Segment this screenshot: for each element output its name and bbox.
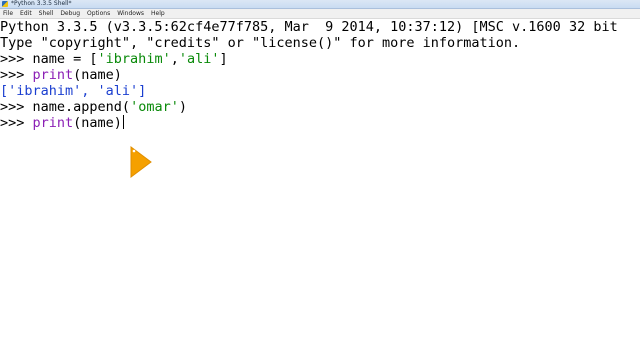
shell-input-line: >>> print(name) bbox=[0, 67, 122, 83]
keyword-print: print bbox=[32, 115, 74, 131]
prompt: >>> bbox=[0, 67, 33, 83]
code-text: name.append( bbox=[32, 99, 131, 115]
keyword-print: print bbox=[32, 67, 74, 83]
shell-text-area[interactable]: Python 3.3.5 (v3.3.5:62cf4e77f785, Mar 9… bbox=[0, 19, 640, 360]
code-text: name = [ bbox=[32, 51, 98, 67]
prompt: >>> bbox=[0, 115, 33, 131]
python-idle-icon bbox=[2, 1, 8, 7]
string-literal: 'omar' bbox=[130, 99, 179, 115]
shell-input-line: >>> name.append('omar') bbox=[0, 99, 187, 115]
string-literal: 'ibrahim' bbox=[97, 51, 171, 67]
text-cursor bbox=[122, 115, 124, 129]
banner-line-1: Python 3.3.5 (v3.3.5:62cf4e77f785, Mar 9… bbox=[0, 19, 618, 35]
banner-line-2: Type "copyright", "credits" or "license(… bbox=[0, 35, 521, 51]
shell-input-line: >>> name = ['ibrahim','ali'] bbox=[0, 51, 228, 67]
menu-file[interactable]: File bbox=[3, 9, 13, 19]
mouse-pointer-icon bbox=[130, 146, 152, 178]
prompt: >>> bbox=[0, 99, 33, 115]
shell-output-line: ['ibrahim', 'ali'] bbox=[0, 83, 147, 99]
shell-current-input-line[interactable]: >>> print(name) bbox=[0, 115, 124, 131]
menu-options[interactable]: Options bbox=[87, 9, 110, 19]
menu-debug[interactable]: Debug bbox=[60, 9, 80, 19]
menu-shell[interactable]: Shell bbox=[39, 9, 54, 19]
code-text: (name) bbox=[73, 67, 122, 83]
menu-edit[interactable]: Edit bbox=[20, 9, 32, 19]
code-text: (name) bbox=[73, 115, 122, 131]
menu-bar: File Edit Shell Debug Options Windows He… bbox=[0, 9, 640, 19]
string-literal: 'ali' bbox=[178, 51, 220, 67]
window-title: *Python 3.3.5 Shell* bbox=[11, 0, 72, 7]
prompt: >>> bbox=[0, 51, 33, 67]
menu-help[interactable]: Help bbox=[151, 9, 165, 19]
code-text: , bbox=[170, 51, 179, 67]
code-text: ] bbox=[219, 51, 228, 67]
code-text: ) bbox=[178, 99, 187, 115]
menu-windows[interactable]: Windows bbox=[117, 9, 144, 19]
